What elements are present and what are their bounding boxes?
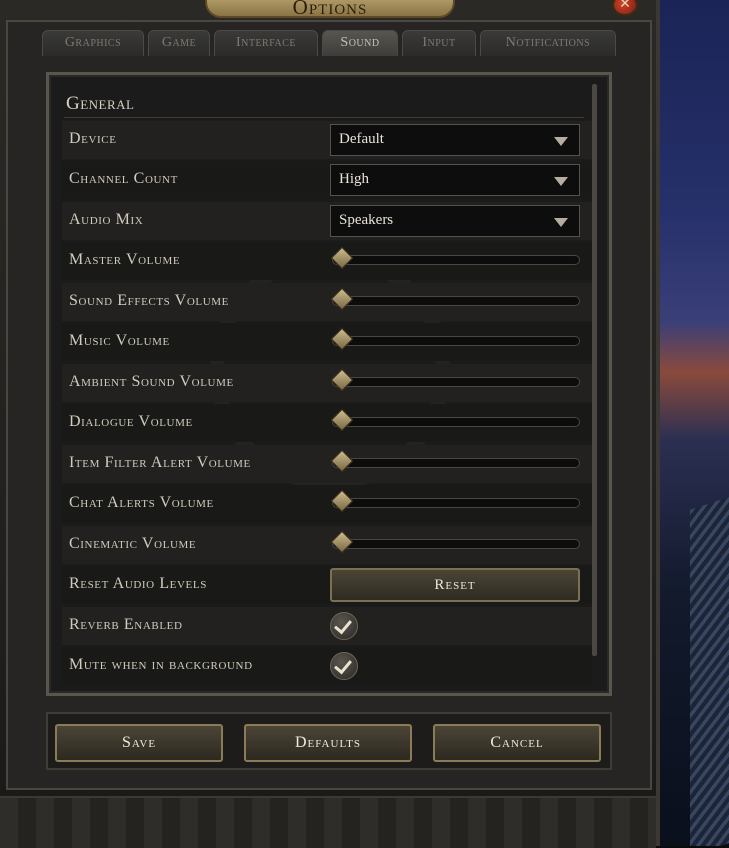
slider-label: Ambient Sound Volume (69, 373, 234, 390)
window-title: Options (292, 0, 368, 19)
row-reverb-enabled: Reverb Enabled (62, 607, 592, 645)
chevron-down-icon (554, 218, 568, 227)
slider-label: Dialogue Volume (69, 413, 193, 430)
slider-label: Sound Effects Volume (69, 292, 229, 309)
row-ambient-sound-volume: Ambient Sound Volume (62, 364, 592, 402)
section-divider (64, 117, 584, 118)
chat-alerts-volume-slider[interactable] (332, 498, 580, 508)
slider-label: Item Filter Alert Volume (69, 454, 251, 471)
row-dialogue-volume: Dialogue Volume (62, 404, 592, 442)
slider-handle[interactable] (330, 489, 354, 513)
device-label: Device (69, 130, 117, 147)
tab-interface[interactable]: Interface (214, 30, 318, 56)
row-master-volume: Master Volume (62, 242, 592, 280)
channel-count-select[interactable]: High (330, 164, 580, 196)
row-cinematic-volume: Cinematic Volume (62, 526, 592, 564)
options-window: Options ✕ Graphics Game Interface Sound … (0, 0, 660, 848)
reset-audio-label: Reset Audio Levels (69, 575, 207, 592)
background-scene (660, 0, 729, 846)
save-button[interactable]: Save (55, 724, 223, 762)
slider-label: Chat Alerts Volume (69, 494, 214, 511)
chevron-down-icon (554, 177, 568, 186)
slider-label: Master Volume (69, 251, 181, 268)
audio-mix-select[interactable]: Speakers (330, 205, 580, 237)
tab-notifications[interactable]: Notifications (480, 30, 616, 56)
background-building (690, 490, 729, 846)
reverb-label: Reverb Enabled (69, 616, 183, 633)
title-plate: Options (205, 0, 455, 19)
audio-mix-value: Speakers (339, 212, 394, 228)
checkmark-icon (334, 615, 352, 635)
ambient-sound-volume-slider[interactable] (332, 377, 580, 387)
row-mute-background: Mute when in background (62, 647, 592, 685)
device-value: Default (339, 131, 384, 147)
section-title-general: General (66, 93, 135, 114)
slider-handle[interactable] (330, 368, 354, 392)
channel-count-value: High (339, 171, 369, 187)
bottom-decorative-bar (0, 796, 656, 848)
tab-graphics[interactable]: Graphics (42, 30, 144, 56)
checkmark-icon (334, 655, 352, 675)
panel-scrollbar[interactable] (592, 84, 597, 656)
row-device: Device Default (62, 121, 592, 159)
row-channel-count: Channel Count High (62, 161, 592, 199)
mute-background-label: Mute when in background (69, 656, 253, 673)
slider-label: Music Volume (69, 332, 170, 349)
reset-button[interactable]: Reset (330, 568, 580, 602)
music-volume-slider[interactable] (332, 336, 580, 346)
tab-input[interactable]: Input (402, 30, 476, 56)
slider-handle[interactable] (330, 449, 354, 473)
slider-handle[interactable] (330, 246, 354, 270)
slider-handle[interactable] (330, 287, 354, 311)
slider-handle[interactable] (330, 530, 354, 554)
defaults-button[interactable]: Defaults (244, 724, 412, 762)
reverb-checkbox[interactable] (330, 612, 358, 640)
sound-effects-volume-slider[interactable] (332, 296, 580, 306)
mute-background-checkbox[interactable] (330, 652, 358, 680)
item-filter-alert-volume-slider[interactable] (332, 458, 580, 468)
chevron-down-icon (554, 137, 568, 146)
tab-game[interactable]: Game (148, 30, 210, 56)
cancel-button[interactable]: Cancel (433, 724, 601, 762)
row-sound-effects-volume: Sound Effects Volume (62, 283, 592, 321)
audio-mix-label: Audio Mix (69, 211, 144, 228)
slider-handle[interactable] (330, 408, 354, 432)
master-volume-slider[interactable] (332, 255, 580, 265)
slider-handle[interactable] (330, 327, 354, 351)
row-music-volume: Music Volume (62, 323, 592, 361)
channel-count-label: Channel Count (69, 170, 178, 187)
cinematic-volume-slider[interactable] (332, 539, 580, 549)
row-reset-audio-levels: Reset Audio Levels Reset (62, 566, 592, 604)
row-item-filter-alert-volume: Item Filter Alert Volume (62, 445, 592, 483)
slider-label: Cinematic Volume (69, 535, 197, 552)
row-audio-mix: Audio Mix Speakers (62, 202, 592, 240)
tab-sound[interactable]: Sound (322, 30, 398, 56)
dialogue-volume-slider[interactable] (332, 417, 580, 427)
row-chat-alerts-volume: Chat Alerts Volume (62, 485, 592, 523)
device-select[interactable]: Default (330, 124, 580, 156)
close-icon: ✕ (619, 0, 631, 12)
close-button[interactable]: ✕ (612, 0, 638, 16)
